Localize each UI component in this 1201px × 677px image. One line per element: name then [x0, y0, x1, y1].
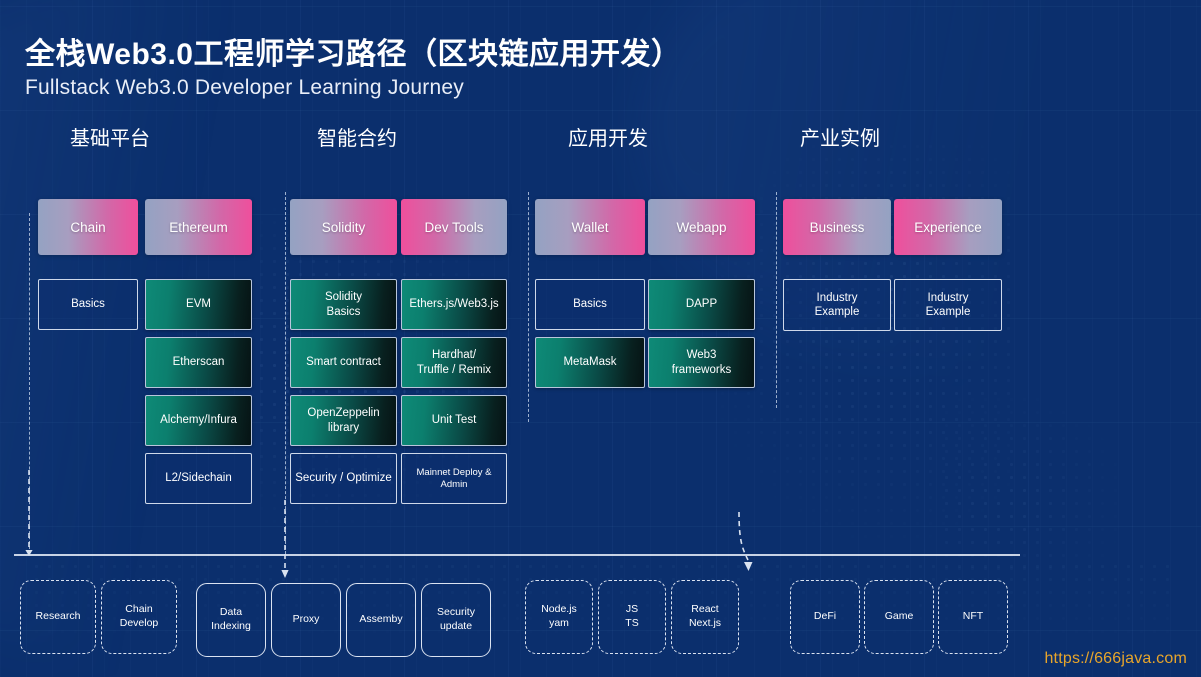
bottom-pill-label: NFT: [962, 610, 984, 623]
bottom-pill-label: Chain Develop: [119, 603, 159, 629]
top-card-label: Solidity: [321, 219, 366, 235]
matrix-card-etherscan[interactable]: Etherscan: [145, 337, 252, 388]
matrix-card-unit-test[interactable]: Unit Test: [401, 395, 507, 446]
matrix-card-label: Web3 frameworks: [671, 349, 732, 376]
matrix-card-label: Ethers.js/Web3.js: [409, 298, 499, 311]
bottom-pill-data-indexing[interactable]: Data Indexing: [196, 583, 266, 657]
matrix-card-dapp[interactable]: DAPP: [648, 279, 755, 330]
top-card-label: Chain: [70, 219, 106, 235]
bottom-pill-label: Assemby: [359, 613, 403, 626]
top-card-label: Wallet: [571, 219, 609, 235]
matrix-card-smart-contract[interactable]: Smart contract: [290, 337, 397, 388]
timeline-axis: [14, 554, 1020, 556]
bottom-pill-label: Node.js yam: [541, 603, 577, 629]
matrix-card-label: Hardhat/Truffle / Remix: [416, 349, 492, 376]
matrix-card-label: EVM: [186, 298, 211, 311]
page-title-en: Fullstack Web3.0 Developer Learning Jour…: [25, 76, 464, 99]
top-card-label: Experience: [914, 219, 982, 235]
matrix-card-label: Security / Optimize: [295, 472, 392, 485]
matrix-card-label: L2/Sidechain: [165, 472, 232, 485]
matrix-card-label: Mainnet Deploy & Admin: [416, 466, 492, 490]
matrix-card-label: Industry Example: [925, 291, 971, 318]
slide-canvas: 全栈Web3.0工程师学习路径（区块链应用开发） Fullstack Web3.…: [0, 0, 1201, 677]
section-header-industry-case: 产业实例: [800, 128, 880, 150]
matrix-card-label: Industry Example: [814, 291, 860, 318]
matrix-card-label: Solidity Basics: [324, 291, 363, 318]
matrix-card-label: Alchemy/Infura: [160, 414, 237, 427]
matrix-card-mainnet-deploy[interactable]: Mainnet Deploy & Admin: [401, 453, 507, 504]
background-dot-texture: [940, 380, 1140, 580]
matrix-card-label: Etherscan: [172, 356, 225, 369]
matrix-card-label: DAPP: [685, 298, 718, 311]
matrix-card-evm[interactable]: EVM: [145, 279, 252, 330]
matrix-card-metamask[interactable]: MetaMask: [535, 337, 645, 388]
matrix-card-label: Basics: [573, 298, 607, 311]
matrix-card-label: Unit Test: [431, 414, 477, 427]
section-header-foundation: 基础平台: [70, 128, 150, 150]
bottom-pill-assemby[interactable]: Assemby: [346, 583, 416, 657]
bottom-pill-label: React Next.js: [688, 603, 722, 629]
bottom-pill-nft[interactable]: NFT: [938, 580, 1008, 654]
bottom-pill-proxy[interactable]: Proxy: [271, 583, 341, 657]
bottom-pill-label: Proxy: [292, 613, 320, 626]
matrix-card-label: OpenZeppelin library: [307, 407, 380, 434]
matrix-card-l2-sidechain[interactable]: L2/Sidechain: [145, 453, 252, 504]
bottom-pill-security-update[interactable]: Security update: [421, 583, 491, 657]
matrix-card-industry-example-2[interactable]: Industry Example: [894, 279, 1002, 331]
top-card-wallet[interactable]: Wallet: [535, 199, 645, 255]
bottom-pill-js-ts[interactable]: JS TS: [598, 580, 666, 654]
page-title-cn: 全栈Web3.0工程师学习路径（区块链应用开发）: [25, 38, 682, 71]
bottom-pill-react-nextjs[interactable]: React Next.js: [671, 580, 739, 654]
bottom-pill-chain-develop[interactable]: Chain Develop: [101, 580, 177, 654]
watermark-url: https://666java.com: [1044, 650, 1187, 667]
top-card-label: Webapp: [676, 219, 727, 235]
section-header-smart-contract: 智能合约: [317, 128, 397, 150]
matrix-card-ethersjs-web3js[interactable]: Ethers.js/Web3.js: [401, 279, 507, 330]
bottom-pill-label: Game: [884, 610, 914, 623]
top-card-dev-tools[interactable]: Dev Tools: [401, 199, 507, 255]
matrix-card-label: Smart contract: [306, 356, 381, 369]
bottom-pill-label: Data Indexing: [211, 606, 251, 632]
top-card-chain[interactable]: Chain: [38, 199, 138, 255]
matrix-card-alchemy-infura[interactable]: Alchemy/Infura: [145, 395, 252, 446]
matrix-card-hardhat-truffle[interactable]: Hardhat/Truffle / Remix: [401, 337, 507, 388]
bottom-pill-label: Security update: [437, 606, 475, 632]
bottom-pill-nodejs-yam[interactable]: Node.js yam: [525, 580, 593, 654]
top-card-experience[interactable]: Experience: [894, 199, 1002, 255]
bottom-pill-label: Research: [35, 610, 81, 623]
top-card-label: Ethereum: [169, 219, 228, 235]
matrix-card-solidity-basics[interactable]: Solidity Basics: [290, 279, 397, 330]
top-card-label: Business: [809, 219, 865, 235]
matrix-card-label: Basics: [71, 298, 105, 311]
bottom-pill-game[interactable]: Game: [864, 580, 934, 654]
top-card-solidity[interactable]: Solidity: [290, 199, 397, 255]
matrix-card-security-optimize[interactable]: Security / Optimize: [290, 453, 397, 504]
matrix-card-label: MetaMask: [563, 356, 617, 369]
section-header-app-development: 应用开发: [568, 128, 648, 150]
matrix-card-industry-example-1[interactable]: Industry Example: [783, 279, 891, 331]
bottom-pill-defi[interactable]: DeFi: [790, 580, 860, 654]
bottom-pill-research[interactable]: Research: [20, 580, 96, 654]
top-card-ethereum[interactable]: Ethereum: [145, 199, 252, 255]
top-card-business[interactable]: Business: [783, 199, 891, 255]
bottom-pill-label: DeFi: [813, 610, 837, 623]
column-divider-2-3: [528, 192, 529, 422]
column-divider-1-2: [285, 192, 286, 554]
matrix-card-basics-chain[interactable]: Basics: [38, 279, 138, 330]
bottom-pill-label: JS TS: [625, 603, 639, 629]
matrix-card-web3-frameworks[interactable]: Web3 frameworks: [648, 337, 755, 388]
column-divider-3-4: [776, 192, 777, 408]
matrix-card-basics-wallet[interactable]: Basics: [535, 279, 645, 330]
top-card-label: Dev Tools: [424, 219, 484, 235]
matrix-card-openzeppelin[interactable]: OpenZeppelin library: [290, 395, 397, 446]
top-card-webapp[interactable]: Webapp: [648, 199, 755, 255]
column-divider-left: [29, 213, 30, 554]
